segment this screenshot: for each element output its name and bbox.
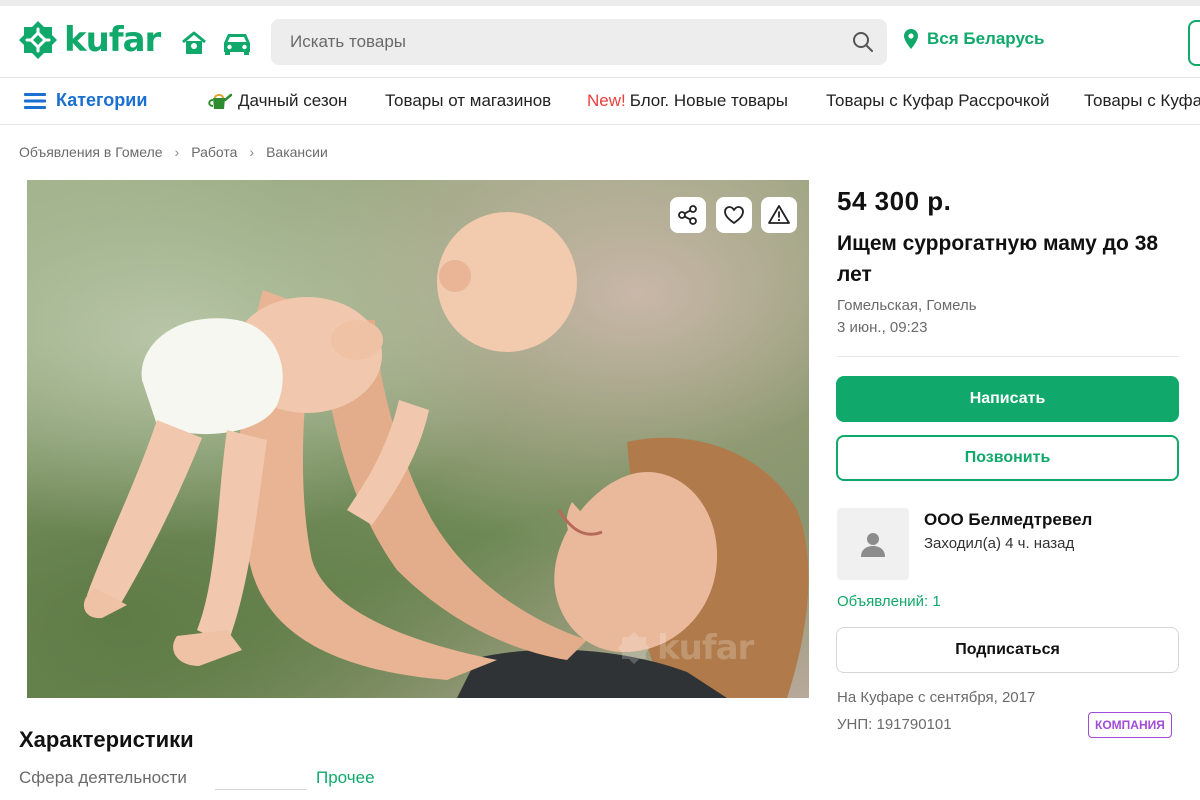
seller-since: На Куфаре с сентября, 2017 [837,689,1036,706]
search-bar [271,19,887,65]
ad-location: Гомельская, Гомель [837,297,977,314]
kufar-logo[interactable]: kufar [18,20,161,60]
chevron-right-icon: › [249,144,255,160]
nav-item-kufar-goods[interactable]: Товары с Куфар [1084,91,1200,111]
watering-can-icon [208,93,232,109]
location-selector[interactable]: Вся Беларусь [903,28,1044,50]
heart-icon [724,206,744,224]
nav-item-label: Товары от магазинов [385,91,552,110]
logo-text: kufar [64,20,161,60]
location-pin-icon [904,29,918,49]
nav-item-label: Дачный сезон [238,91,348,110]
subscribe-button[interactable]: Подписаться [836,627,1179,673]
seller-unp: УНП: 191790101 [837,716,952,733]
seller-avatar[interactable] [837,508,909,580]
ad-title: Ищем суррогатную маму до 38 лет [837,232,1159,286]
ad-date: 3 июн., 09:23 [837,319,928,336]
nav-item-store-goods[interactable]: Товары от магазинов [385,91,551,111]
user-icon [861,533,885,557]
search-icon[interactable] [851,30,875,54]
breadcrumb-link[interactable]: Работа [191,144,237,160]
breadcrumb-link[interactable]: Вакансии [266,144,328,160]
characteristics-title: Характеристики [19,727,194,752]
categories-label: Категории [56,90,148,110]
seller-ads-link[interactable]: Объявлений: 1 [837,593,941,610]
nav-item-label: Товары с Куфар Рассрочкой [826,91,1050,110]
write-message-button[interactable]: Написать [836,376,1179,422]
characteristic-leader [215,789,307,790]
house-icon[interactable] [180,30,208,56]
watermark-text: kufar [657,628,754,668]
report-button[interactable] [761,197,797,233]
chevron-right-icon: › [174,144,180,160]
car-icon[interactable] [221,30,253,56]
kufar-logo-icon [19,21,57,59]
nav-item-label: Блог. Новые товары [629,91,789,110]
call-button[interactable]: Позвонить [836,435,1179,481]
seller-name[interactable]: ООО Белмедтревел [924,510,1092,530]
breadcrumb-link[interactable]: Объявления в Гомеле [19,144,163,160]
menu-icon [24,92,46,109]
characteristic-label: Сфера деятельности [19,768,187,787]
favorite-button[interactable] [716,197,752,233]
search-input[interactable] [271,19,887,65]
breadcrumb: Объявления в Гомеле › Работа › Вакансии [19,144,328,160]
characteristic-value[interactable]: Прочее [316,768,375,788]
seller-last-seen: Заходил(а) 4 ч. назад [924,535,1075,552]
share-icon [678,205,697,225]
company-badge: КОМПАНИЯ [1088,712,1172,738]
location-label: Вся Беларусь [927,29,1045,48]
warning-icon [768,205,790,224]
categories-menu-button[interactable]: Категории [24,90,147,111]
ad-price: 54 300 р. [837,186,952,216]
header-action-button[interactable] [1188,20,1200,66]
ad-photo-image [83,212,809,698]
site-header: kufar Вся Беларусь [0,6,1200,78]
photo-watermark: kufar [617,628,754,668]
nav-item-label: Товары с Куфар [1084,91,1200,110]
nav-item-garden-season[interactable]: Дачный сезон [206,91,347,111]
kufar-watermark-icon [617,631,651,665]
divider [837,356,1179,357]
nav-item-blog[interactable]: New! Блог. Новые товары [587,91,788,111]
category-nav: Категории Дачный сезон Товары от магазин… [0,79,1200,125]
nav-item-installment[interactable]: Товары с Куфар Рассрочкой [826,91,1049,111]
new-badge: New! [587,91,626,110]
share-button[interactable] [670,197,706,233]
ad-photo[interactable]: kufar [27,180,809,698]
